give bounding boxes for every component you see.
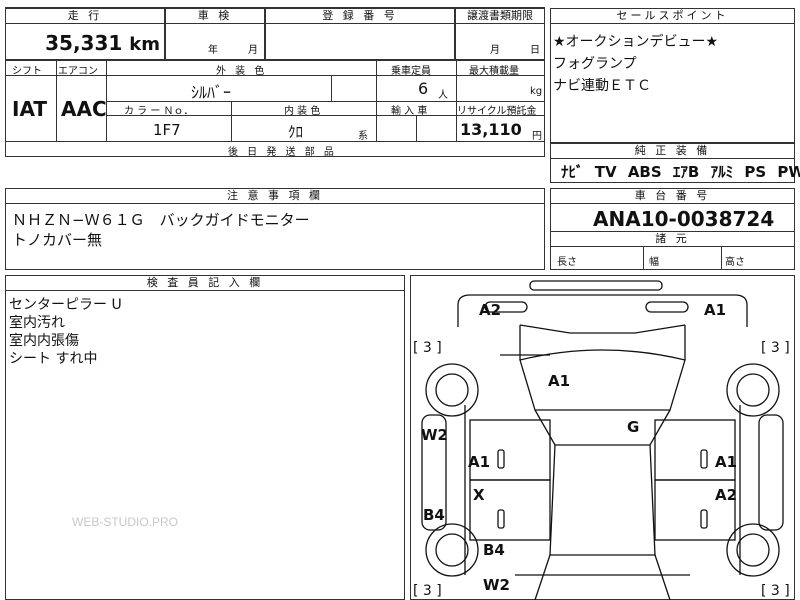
mileage-value: 35,331 km [45,31,160,55]
dmg-rear-center-2: W2 [483,576,510,594]
sales-points-box: セールスポイント ★オークションデビュー★ フォグランプ ナビ連動ＥＴＣ [550,8,795,143]
color-no-header: カ ラ ー Ｎｏ． [124,106,194,117]
notes-line-2: トノカバー無 [12,231,103,249]
import-header: 輸 入 車 [391,106,428,117]
capacity-header: 乗車定員 [391,66,431,77]
capacity-unit: 人 [438,90,448,101]
tire-right-rear: [ 3 ] [761,583,790,599]
notes-header: 注 意 事 項 欄 [6,189,544,204]
dmg-roof: G [627,418,640,436]
equip-tv: TV [594,163,617,181]
recycle-header: リサイクル預託金 [457,106,537,117]
mileage-header: 走 行 [6,9,164,24]
tire-left-front: [ 3 ] [413,340,442,356]
dmg-left-rear: B4 [423,506,445,524]
dmg-left-rear-door: X [473,486,485,504]
dmg-top-left: A2 [479,301,502,319]
recycle-value: 13,110 [460,120,522,139]
equip-pw: PW [777,163,800,181]
inspection-year-label: 年 [208,45,218,56]
shift-header: シフト [12,66,42,77]
max-load-unit: kg [530,86,543,97]
sales-points-header: セールスポイント [551,9,794,24]
registration-header: 登 録 番 号 [266,9,454,24]
equipment-list: ﾅﾋﾞ TV ABS ｴｱB ｱﾙﾐ PS PW [561,161,800,182]
inspection-month-label: 月 [248,45,258,56]
dmg-right-front-door: A1 [715,453,738,471]
specs-header: 諸 元 [551,232,794,247]
vehicle-info-box: シフト エアコン 外 装 色 乗車定員 最大積載量 IAT AAC ｼﾙﾊﾞｰ … [5,60,545,158]
interior-color-value: ｸﾛ [288,123,304,141]
inspector-line-1: センターピラー U [9,297,122,313]
transfer-month-label: 月 [490,45,500,56]
dmg-right-rear-door: A2 [715,486,738,504]
equip-abs: ABS [627,163,662,181]
sales-point-2: フォグランプ [553,56,637,72]
top-strip [5,0,545,8]
spec-width-label: 幅 [649,257,659,268]
inspection-box: 車 検 年 月 [165,8,265,60]
transfer-box: 譲渡書類期限 月 日 [455,8,545,60]
chassis-header: 車 台 番 号 [551,189,794,204]
transfer-day-label: 日 [530,45,540,56]
damage-map-box: A2 A1 A1 G W2 A1 X B4 B4 W2 A1 A2 [ 3 ] … [410,275,795,600]
aircon-header: エアコン [58,66,98,77]
equipment-box: 純 正 装 備 ﾅﾋﾞ TV ABS ｴｱB ｱﾙﾐ PS PW [550,143,800,183]
dmg-top-right: A1 [704,301,727,319]
sales-point-1: ★オークションデビュー★ [553,34,719,50]
equip-ps: PS [744,163,767,181]
inspector-line-4: シート すれ中 [9,351,98,367]
watermark: WEB-STUDIO.PRO [72,515,179,529]
equipment-header: 純 正 装 備 [551,144,794,159]
dmg-rear-center-1: B4 [483,541,505,559]
inspector-header: 検 査 員 記 入 欄 [6,276,404,291]
notes-box: 注 意 事 項 欄 ＮＨＺＮ−Ｗ６１Ｇ バックガイドモニター トノカバー無 [5,188,545,270]
equip-navi: ﾅﾋﾞ [561,163,584,181]
car-diagram [421,280,784,600]
color-no-value: 1F7 [153,121,181,139]
registration-box: 登 録 番 号 [265,8,455,60]
sales-point-3: ナビ連動ＥＴＣ [553,78,651,94]
max-load-header: 最大積載量 [469,66,519,77]
capacity-value: 6 [418,79,429,98]
dmg-left-front-fender: W2 [421,426,448,444]
interior-color-suffix: 系 [358,131,368,142]
equip-alloy: ｱﾙﾐ [710,163,734,181]
spec-height-label: 高さ [725,257,745,268]
spec-length-label: 長さ [557,257,577,268]
equip-airbag: ｴｱB [672,163,700,181]
inspector-line-3: 室内内張傷 [9,333,79,349]
chassis-box: 車 台 番 号 ANA10-0038724 諸 元 長さ 幅 高さ [550,188,795,270]
aircon-value: AAC [61,97,107,121]
recycle-unit: 円 [532,131,542,142]
dmg-left-front-door: A1 [468,453,491,471]
notes-line-1: ＮＨＺＮ−Ｗ６１Ｇ バックガイドモニター [12,211,310,229]
tire-right-front: [ 3 ] [761,340,790,356]
dmg-hood: A1 [548,372,571,390]
later-parts-header: 後 日 発 送 部 品 [228,147,337,158]
exterior-color-header: 外 装 色 [216,66,268,77]
shift-value: IAT [12,97,48,121]
interior-color-header: 内 装 色 [284,106,321,117]
exterior-color-value: ｼﾙﾊﾞｰ [191,83,232,102]
tire-left-rear: [ 3 ] [413,583,442,599]
inspector-box: 検 査 員 記 入 欄 センターピラー U 室内汚れ 室内内張傷 シート すれ中 [5,275,405,600]
inspector-line-2: 室内汚れ [9,315,65,331]
chassis-value: ANA10-0038724 [593,207,775,231]
inspection-header: 車 検 [166,9,264,24]
mileage-box: 走 行 35,331 km [5,8,165,60]
transfer-header: 譲渡書類期限 [456,9,544,24]
